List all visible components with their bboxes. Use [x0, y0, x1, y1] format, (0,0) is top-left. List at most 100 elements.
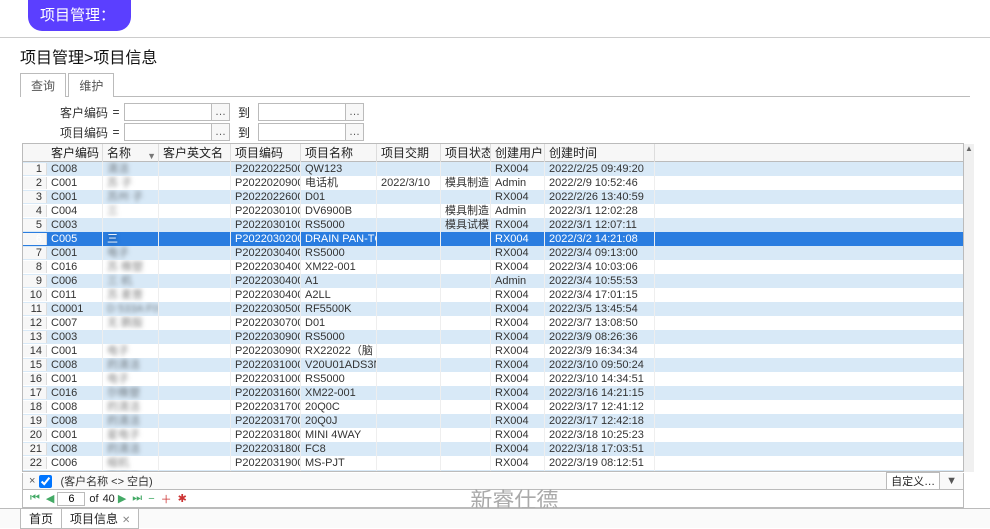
table-row[interactable]: 5C003P20220301002RS5000模具试模RX0042022/3/1…: [23, 218, 963, 232]
module-button[interactable]: 项目管理：: [28, 0, 131, 31]
column-header[interactable]: 客户英文名: [159, 144, 231, 162]
cell: P20220304002: [231, 260, 301, 274]
cell: [159, 288, 231, 302]
column-header[interactable]: 名称▼: [103, 144, 159, 162]
filter-custom-button[interactable]: 自定义…: [886, 472, 940, 490]
cell: RX004: [491, 386, 545, 400]
table-row[interactable]: 18C008 的清洁P2022031700120Q0CRX0042022/3/1…: [23, 400, 963, 414]
table-row[interactable]: 4C004三 P20220301001DV6900B模具制造Admin2022/…: [23, 204, 963, 218]
cell: [159, 344, 231, 358]
filter-clear-button[interactable]: ×: [27, 475, 37, 487]
pager-last-icon[interactable]: ⏭: [129, 492, 145, 505]
cell: [441, 330, 491, 344]
filter-enabled-checkbox[interactable]: [39, 475, 52, 488]
cell: P20220226003: [231, 190, 301, 204]
column-header[interactable]: 项目名称: [301, 144, 377, 162]
cell: [377, 386, 441, 400]
cell: P20220307001: [231, 316, 301, 330]
filter-from-input[interactable]: [124, 103, 212, 121]
cell: MS-PJT: [301, 456, 377, 470]
pager-prev-icon[interactable]: ◀: [43, 492, 57, 505]
dock-tab[interactable]: 项目信息✕: [61, 509, 139, 529]
table-row[interactable]: 14C001 电子P20220309002RX22022（脑RX0042022/…: [23, 344, 963, 358]
column-header[interactable]: 项目交期: [377, 144, 441, 162]
filter-to-input[interactable]: [258, 123, 346, 141]
cell: 的清洁: [103, 358, 159, 372]
cell: [441, 232, 491, 246]
filter-icon[interactable]: ▼: [147, 147, 156, 162]
pager-next-icon[interactable]: ▶: [115, 492, 129, 505]
cell: [441, 414, 491, 428]
column-header[interactable]: 客户编码: [47, 144, 103, 162]
lookup-button[interactable]: …: [212, 103, 230, 121]
pager-minus-icon[interactable]: −: [145, 493, 157, 505]
lookup-button[interactable]: …: [212, 123, 230, 141]
lookup-button[interactable]: …: [346, 123, 364, 141]
column-header[interactable]: 创建用户: [491, 144, 545, 162]
cell: [441, 442, 491, 456]
pager-current-input[interactable]: [57, 492, 85, 506]
tab-maintain[interactable]: 维护: [68, 73, 114, 97]
table-row[interactable]: 6C005三P20220302001DRAIN PAN-TCRX0042022/…: [23, 232, 963, 246]
table-row[interactable]: 8C016苏 橡塑P20220304002XM22-001RX0042022/3…: [23, 260, 963, 274]
cell: [377, 414, 441, 428]
filter-from-input[interactable]: [124, 123, 212, 141]
column-header[interactable]: 项目状态: [441, 144, 491, 162]
pager-plus-icon[interactable]: ＋: [158, 491, 175, 507]
cell: RX004: [491, 232, 545, 246]
filter-op: =: [108, 125, 124, 139]
cell: C007: [47, 316, 103, 330]
filter-to-input[interactable]: [258, 103, 346, 121]
lookup-button[interactable]: …: [346, 103, 364, 121]
pager-first-icon[interactable]: ⏮: [27, 492, 43, 505]
table-row[interactable]: 20C001 星电子P20220318001MINI 4WAYRX0042022…: [23, 428, 963, 442]
cell: P20220318002: [231, 442, 301, 456]
table-row[interactable]: 17C016 尔橡塑P20220316001XM22-001RX0042022/…: [23, 386, 963, 400]
tab-query[interactable]: 查询: [20, 73, 66, 97]
cell: P20220225001: [231, 162, 301, 176]
column-header[interactable]: 创建时间: [545, 144, 655, 162]
row-number: 2: [23, 177, 47, 189]
cell: 2022/3/4 10:03:06: [545, 260, 655, 274]
cell: P20220310001: [231, 358, 301, 372]
column-header[interactable]: 项目编码: [231, 144, 301, 162]
table-row[interactable]: 21C008 的清洁P20220318002FC8RX0042022/3/18 …: [23, 442, 963, 456]
table-row[interactable]: 12C007无 鹏股P20220307001D01RX0042022/3/7 1…: [23, 316, 963, 330]
cell: RX004: [491, 344, 545, 358]
table-row[interactable]: 11C0001D 533A FIXER CASE-PBAP20220305002…: [23, 302, 963, 316]
table-row[interactable]: 22C006 缩机P20220319001MS-PJTRX0042022/3/1…: [23, 456, 963, 470]
table-row[interactable]: 23C010 家用电P20220319002MD85RX0042022/3/19…: [23, 470, 963, 471]
table-row[interactable]: 10C011苏 麦普P20220304004A2LLRX0042022/3/4 …: [23, 288, 963, 302]
cell: RF5500K: [301, 302, 377, 316]
cell: [159, 190, 231, 204]
table-row[interactable]: 3C001苏州 子P20220226003D01RX0042022/2/26 1…: [23, 190, 963, 204]
table-row[interactable]: 19C008 的清洁P2022031700220Q0JRX0042022/3/1…: [23, 414, 963, 428]
cell: [377, 260, 441, 274]
scrollbar[interactable]: ▲: [964, 144, 974, 472]
cell: [441, 470, 491, 471]
table-row[interactable]: 2C001苏 子P20220209001电话机2022/3/10模具制造Admi…: [23, 176, 963, 190]
scroll-up-icon[interactable]: ▲: [964, 144, 974, 154]
table-row[interactable]: 13C003P20220309001RS5000RX0042022/3/9 08…: [23, 330, 963, 344]
cell: 模具试模: [441, 218, 491, 232]
cell: C010: [47, 470, 103, 471]
cell: P20220319002: [231, 470, 301, 471]
cell: RX004: [491, 470, 545, 471]
cell: [441, 260, 491, 274]
cell: 尔橡塑: [103, 386, 159, 400]
cell: 电子: [103, 344, 159, 358]
table-row[interactable]: 9C006三 机P20220304003A1Admin2022/3/4 10:5…: [23, 274, 963, 288]
table-row[interactable]: 15C008 的清洁P20220310001V20U01ADS3NRX00420…: [23, 358, 963, 372]
table-row[interactable]: 16C001 电子P20220310002RS5000RX0042022/3/1…: [23, 372, 963, 386]
cell: RX004: [491, 358, 545, 372]
close-icon[interactable]: ✕: [122, 515, 130, 526]
table-row[interactable]: 1C008 清洁P20220225001QW123RX0042022/2/25 …: [23, 162, 963, 176]
pager-star-icon[interactable]: ✱: [175, 492, 190, 505]
table-row[interactable]: 7C001 电子P20220304001RS5000RX0042022/3/4 …: [23, 246, 963, 260]
row-number: 8: [23, 261, 47, 273]
cell: [441, 386, 491, 400]
row-number: 1: [23, 163, 47, 175]
dock-tab[interactable]: 首页: [20, 509, 62, 529]
cell: Admin: [491, 176, 545, 190]
filter-expand-icon[interactable]: ▼: [944, 475, 959, 487]
